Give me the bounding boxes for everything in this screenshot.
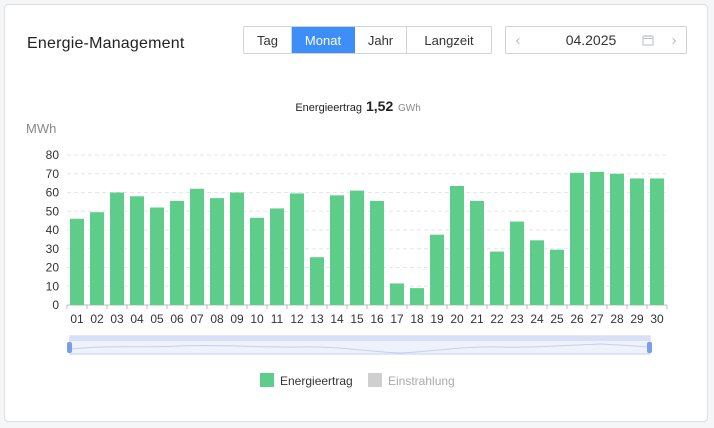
bar-energieertrag-16[interactable] [370, 200, 384, 305]
y-tick-label: 30 [46, 242, 60, 256]
y-tick-label: 60 [46, 186, 60, 200]
x-tick-label: 25 [550, 312, 564, 326]
bar-energieertrag-27[interactable] [590, 171, 604, 305]
legend-swatch [260, 373, 274, 387]
x-tick-label: 10 [250, 312, 264, 326]
summary-value: 1,52 [366, 98, 393, 114]
bar-energieertrag-12[interactable] [290, 193, 304, 305]
bar-energieertrag-17[interactable] [390, 283, 404, 305]
legend: Energieertrag Einstrahlung [260, 373, 455, 388]
bar-energieertrag-18[interactable] [410, 288, 424, 305]
bar-energieertrag-08[interactable] [210, 198, 224, 305]
y-tick-label: 70 [46, 167, 60, 181]
legend-swatch [368, 373, 382, 387]
bar-energieertrag-10[interactable] [250, 217, 264, 305]
x-tick-label: 08 [210, 312, 224, 326]
x-tick-label: 04 [130, 312, 144, 326]
bar-energieertrag-23[interactable] [510, 221, 524, 305]
x-tick-label: 09 [230, 312, 244, 326]
x-tick-label: 03 [110, 312, 124, 326]
bar-energieertrag-25[interactable] [550, 249, 564, 305]
x-tick-label: 01 [70, 312, 84, 326]
bar-energieertrag-03[interactable] [110, 192, 124, 306]
bar-energieertrag-05[interactable] [150, 207, 164, 306]
bar-energieertrag-19[interactable] [430, 234, 444, 305]
bar-energieertrag-11[interactable] [270, 208, 284, 305]
y-tick-label: 40 [46, 223, 60, 237]
x-tick-label: 23 [510, 312, 524, 326]
summary-unit: GWh [398, 103, 421, 114]
x-tick-label: 21 [470, 312, 484, 326]
bar-energieertrag-01[interactable] [70, 218, 84, 305]
x-tick-label: 22 [490, 312, 504, 326]
y-tick-label: 50 [46, 204, 60, 218]
bar-energieertrag-26[interactable] [570, 172, 584, 305]
x-tick-label: 07 [190, 312, 204, 326]
y-axis-unit-label: MWh [26, 121, 56, 136]
legend-label: Einstrahlung [388, 374, 455, 388]
x-tick-label: 20 [450, 312, 464, 326]
x-tick-label: 11 [271, 312, 284, 326]
x-tick-label: 30 [650, 312, 664, 326]
x-tick-label: 17 [390, 312, 404, 326]
x-tick-label: 13 [310, 312, 324, 326]
bar-energieertrag-22[interactable] [490, 251, 504, 305]
y-tick-label: 80 [46, 148, 60, 162]
x-tick-label: 14 [330, 312, 344, 326]
bar-energieertrag-02[interactable] [90, 212, 104, 305]
x-tick-label: 24 [530, 312, 544, 326]
bar-energieertrag-07[interactable] [190, 188, 204, 305]
x-tick-label: 27 [590, 312, 604, 326]
legend-item-einstrahlung[interactable]: Einstrahlung [368, 373, 455, 388]
x-tick-label: 26 [570, 312, 584, 326]
bar-energieertrag-06[interactable] [170, 200, 184, 305]
y-tick-label: 10 [46, 279, 60, 293]
x-tick-label: 02 [90, 312, 104, 326]
x-tick-label: 29 [630, 312, 644, 326]
bar-energieertrag-30[interactable] [650, 178, 664, 305]
bar-energieertrag-15[interactable] [350, 190, 364, 305]
legend-label: Energieertrag [280, 374, 353, 388]
x-tick-label: 18 [410, 312, 424, 326]
bar-energieertrag-29[interactable] [630, 178, 644, 305]
x-tick-label: 06 [170, 312, 184, 326]
bar-energieertrag-14[interactable] [330, 195, 344, 305]
x-tick-label: 05 [150, 312, 164, 326]
zoom-slider[interactable] [67, 335, 652, 355]
bar-energieertrag-09[interactable] [230, 192, 244, 306]
bar-energieertrag-21[interactable] [470, 200, 484, 305]
x-tick-label: 19 [430, 312, 444, 326]
bar-energieertrag-24[interactable] [530, 240, 544, 305]
zoom-slider-top-band [70, 336, 650, 341]
x-tick-label: 12 [290, 312, 304, 326]
legend-item-energieertrag[interactable]: Energieertrag [260, 373, 353, 388]
bar-energieertrag-13[interactable] [310, 257, 324, 305]
energy-bar-chart: Energieertrag 1,52 GWh MWh 0102030405060… [26, 98, 668, 388]
y-tick-label: 20 [46, 261, 60, 275]
zoom-slider-right-handle[interactable] [647, 342, 652, 353]
x-tick-label: 16 [370, 312, 384, 326]
y-tick-label: 0 [52, 298, 59, 312]
x-tick-label: 28 [610, 312, 624, 326]
zoom-slider-left-handle[interactable] [67, 342, 72, 353]
x-tick-label: 15 [350, 312, 364, 326]
summary-label: Energieertrag [295, 102, 362, 114]
bar-energieertrag-28[interactable] [610, 173, 624, 305]
bar-energieertrag-04[interactable] [130, 196, 144, 305]
bar-energieertrag-20[interactable] [450, 185, 464, 305]
